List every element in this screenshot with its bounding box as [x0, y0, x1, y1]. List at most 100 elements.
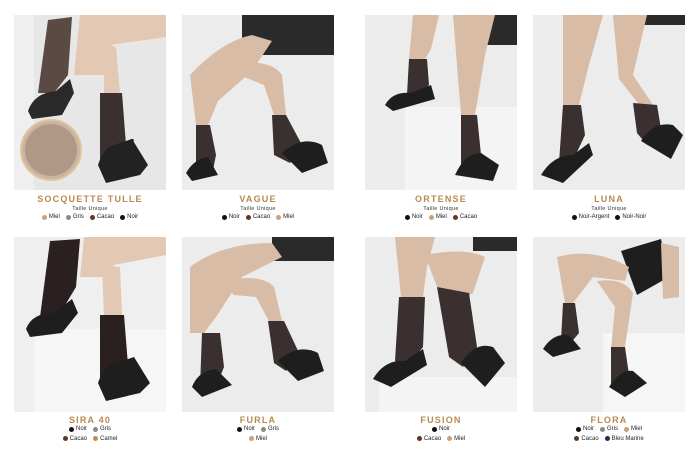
color-row: Cacao Miel [365, 435, 517, 445]
color-option[interactable]: Miel [41, 213, 60, 221]
color-list: Miel Gris Cacao Noir [14, 213, 166, 223]
color-label: Camel [100, 435, 118, 442]
color-option[interactable]: Noir [120, 213, 138, 221]
color-option[interactable]: Miel [276, 213, 294, 221]
color-swatch-icon [41, 214, 47, 220]
color-row: Noir Miel Cacao [365, 213, 517, 223]
color-swatch-icon [248, 436, 254, 441]
color-swatch-icon [600, 426, 605, 432]
color-label: Noir [127, 214, 139, 220]
color-label: Noir-Noir [622, 214, 647, 220]
product-size: Taille Unique [240, 206, 276, 212]
color-option[interactable]: Miel [447, 435, 465, 443]
color-option[interactable]: Miel [624, 425, 642, 433]
color-option[interactable]: Cacao [62, 435, 87, 443]
color-row: Noir Gris [182, 425, 334, 435]
product-photo[interactable] [365, 15, 517, 190]
product-photo[interactable] [533, 237, 685, 412]
color-swatch-icon [93, 426, 98, 432]
product-name: SOCQUETTE TULLE [37, 194, 143, 204]
color-label: Miel [283, 214, 295, 220]
color-list: Noir Cacao Miel [182, 213, 334, 223]
product-name: LUNA [594, 194, 624, 204]
color-list: Noir-Argent Noir-Noir [533, 213, 685, 223]
product-photo[interactable] [182, 15, 334, 190]
color-option[interactable]: Miel [428, 213, 447, 221]
color-label: Gris [268, 426, 279, 432]
color-option[interactable]: Cacao [89, 213, 114, 221]
color-swatch-icon [431, 426, 437, 432]
color-swatch-icon [624, 426, 629, 432]
product-photo[interactable] [14, 237, 166, 412]
color-swatch-icon [236, 426, 242, 432]
color-option[interactable]: Bleu Marine [604, 435, 644, 443]
color-label: Miel [48, 214, 60, 220]
product-size: Taille Unique [72, 206, 108, 212]
color-option[interactable]: Noir [221, 213, 240, 221]
color-label: Noir [228, 214, 240, 220]
color-option[interactable]: Noir [236, 425, 255, 433]
product-size: Taille Unique [591, 206, 627, 212]
color-label: Cacao [581, 435, 599, 442]
color-swatch-icon [93, 436, 98, 441]
color-label: Miel [435, 214, 447, 220]
color-option[interactable]: Cacao [574, 435, 599, 443]
color-row: Cacao Camel [14, 435, 166, 445]
color-row: Miel [182, 435, 334, 445]
color-label: Noir-Argent [578, 214, 610, 220]
color-swatch-icon [68, 426, 74, 432]
color-label: Gris [607, 426, 618, 432]
color-row: Noir Gris Miel [533, 425, 685, 435]
color-swatch-icon [428, 214, 434, 220]
color-option[interactable]: Noir-Noir [615, 213, 646, 221]
color-swatch-icon [575, 426, 581, 432]
color-label: Noir [75, 426, 87, 432]
color-swatch-icon [574, 436, 580, 441]
color-swatch-icon [62, 436, 68, 441]
color-option[interactable]: Cacao [245, 213, 271, 221]
color-label: Noir [438, 426, 450, 432]
color-option[interactable]: Gris [600, 425, 618, 433]
color-option[interactable]: Gris [65, 213, 84, 221]
color-swatch-icon [120, 214, 126, 220]
color-label: Gris [72, 214, 84, 220]
color-label: Bleu Marine [611, 435, 644, 442]
color-swatch-icon [276, 214, 282, 220]
color-label: Miel [454, 435, 466, 442]
color-option[interactable]: Cacao [416, 435, 442, 443]
color-swatch-icon [447, 436, 453, 441]
color-row: Miel Gris Cacao Noir [14, 213, 166, 223]
color-option[interactable]: Noir [575, 425, 594, 433]
color-row: Cacao Bleu Marine [533, 435, 685, 445]
color-label: Noir [411, 214, 423, 220]
color-option[interactable]: Noir [404, 213, 423, 221]
product-photo[interactable] [533, 15, 685, 190]
color-label: Miel [631, 426, 643, 432]
color-swatch-icon [65, 214, 71, 220]
color-option[interactable]: Noir-Argent [571, 213, 610, 221]
color-row: Noir [365, 425, 517, 435]
color-swatch-icon [245, 214, 251, 220]
product-photo[interactable] [14, 15, 166, 190]
color-swatch-icon [615, 214, 621, 220]
product-name: ORTENSE [415, 194, 467, 204]
product-photo[interactable] [365, 237, 517, 412]
color-swatch-icon [416, 436, 422, 441]
product-name: FUSION [420, 415, 462, 425]
color-option[interactable]: Cacao [452, 213, 477, 221]
color-swatch-icon [404, 214, 410, 220]
color-option[interactable]: Noir [431, 425, 450, 433]
product-size: Taille Unique [423, 206, 459, 212]
color-option[interactable]: Camel [93, 435, 117, 443]
color-row: Noir-Argent Noir-Noir [533, 213, 685, 223]
color-option[interactable]: Miel [248, 435, 267, 443]
color-label: Miel [255, 435, 267, 442]
product-photo[interactable] [182, 237, 334, 412]
color-option[interactable]: Gris [261, 425, 279, 433]
color-option[interactable]: Noir [68, 425, 87, 433]
color-label: Cacao [252, 214, 271, 220]
color-swatch-icon [89, 214, 95, 220]
color-swatch-icon [261, 426, 266, 432]
color-option[interactable]: Gris [93, 425, 111, 433]
color-label: Cacao [423, 435, 442, 442]
